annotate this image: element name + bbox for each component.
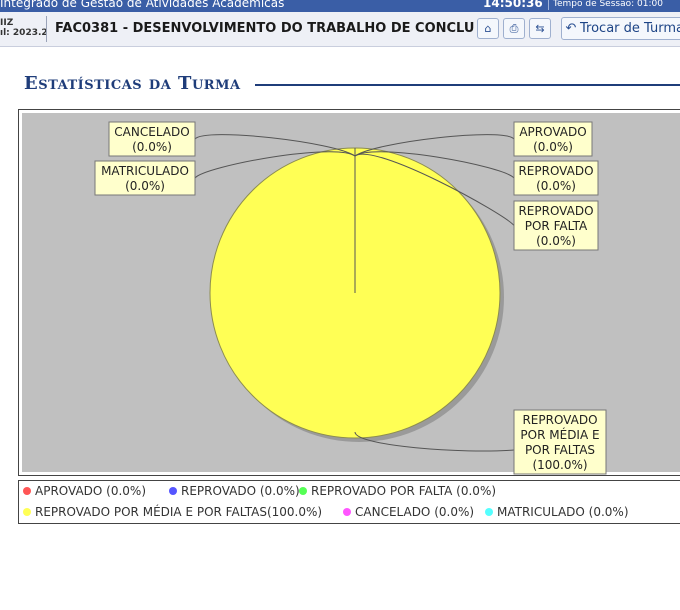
- data-label-reprovado: REPROVADO: [518, 164, 593, 178]
- legend-dot-icon: [169, 487, 177, 495]
- legend-item: REPROVADO (0.0%): [169, 484, 300, 498]
- legend-item: CANCELADO (0.0%): [343, 505, 474, 519]
- legend-dot-icon: [23, 487, 31, 495]
- clock: 14:50:36: [483, 0, 543, 10]
- legend-label: APROVADO (0.0%): [35, 484, 147, 498]
- data-label-reprovado-por-m-dia-e-por-faltas: POR MÉDIA E: [520, 427, 599, 442]
- data-label-matriculado: MATRICULADO: [101, 164, 189, 178]
- app-title-bar: Integrado de Gestão de Atividades Acadêm…: [0, 0, 680, 12]
- chart-frame: APROVADO (0.0%) REPROVADO (0.0%) REPROVADO PO…: [18, 109, 680, 476]
- legend-label: CANCELADO (0.0%): [355, 505, 475, 519]
- legend-dot-icon: [343, 508, 351, 516]
- home-icon: ⌂: [484, 22, 492, 35]
- chart-legend: APROVADO (0.0%) REPROVADO (0.0%) REPROVADO…: [18, 480, 680, 524]
- data-label-aprovado: APROVADO: [519, 125, 586, 139]
- data-label-reprovado-por-m-dia-e-por-faltas: REPROVADO: [522, 413, 597, 427]
- legend-dot-icon: [299, 487, 307, 495]
- legend-label: MATRICULADO (0.0%): [497, 505, 629, 519]
- legend-label: REPROVADO POR FALTA (0.0%): [311, 484, 497, 498]
- swap-icon: ⇆: [535, 22, 545, 35]
- pie-chart: APROVADO(0.0%)REPROVADO(0.0%)REPROVADOPO…: [22, 113, 680, 475]
- app-title: Integrado de Gestão de Atividades Acadêm…: [0, 0, 285, 10]
- data-label-reprovado-por-falta: POR FALTA: [525, 219, 588, 233]
- back-arrow-icon: ↶: [565, 21, 577, 36]
- legend-label: REPROVADO (0.0%): [181, 484, 300, 498]
- data-label-cancelado: (0.0%): [132, 140, 172, 154]
- print-icon: ⎙: [509, 22, 519, 35]
- user-period: ıl: 2023.2: [0, 28, 48, 38]
- home-button[interactable]: ⌂: [477, 18, 499, 39]
- trocar-turma-label: Trocar de Turma: [580, 21, 680, 36]
- data-label-aprovado: (0.0%): [533, 140, 573, 154]
- legend-dot-icon: [23, 508, 31, 516]
- legend-dot-icon: [485, 508, 493, 516]
- legend-item: MATRICULADO (0.0%): [485, 505, 629, 519]
- trocar-turma-button[interactable]: ↶ Trocar de Turma: [561, 17, 680, 40]
- legend-item: REPROVADO POR FALTA (0.0%): [299, 484, 496, 498]
- data-label-reprovado-por-m-dia-e-por-faltas: POR FALTAS: [525, 443, 595, 457]
- data-label-reprovado: (0.0%): [536, 179, 576, 193]
- legend-label: REPROVADO POR MÉDIA E POR FALTAS(100.0%): [35, 505, 323, 519]
- section-title: Estatísticas da Turma: [24, 73, 241, 94]
- data-label-reprovado-por-m-dia-e-por-faltas: (100.0%): [532, 458, 587, 472]
- user-name: IIZ: [0, 18, 14, 28]
- session-timer: Tempo de Sessão: 01:00: [548, 0, 663, 10]
- data-label-reprovado-por-falta: REPROVADO: [518, 204, 593, 218]
- legend-item: APROVADO (0.0%): [23, 484, 146, 498]
- section-rule: [255, 84, 680, 86]
- course-title: FAC0381 - DESENVOLVIMENTO DO TRABALHO DE…: [55, 21, 475, 36]
- divider: [46, 16, 47, 42]
- user-info: IIZ ıl: 2023.2: [0, 18, 48, 38]
- legend-item: REPROVADO POR MÉDIA E POR FALTAS(100.0%): [23, 505, 322, 519]
- data-label-reprovado-por-falta: (0.0%): [536, 234, 576, 248]
- print-button[interactable]: ⎙: [503, 18, 525, 39]
- data-label-matriculado: (0.0%): [125, 179, 165, 193]
- swap-button[interactable]: ⇆: [529, 18, 551, 39]
- data-label-cancelado: CANCELADO: [114, 125, 189, 139]
